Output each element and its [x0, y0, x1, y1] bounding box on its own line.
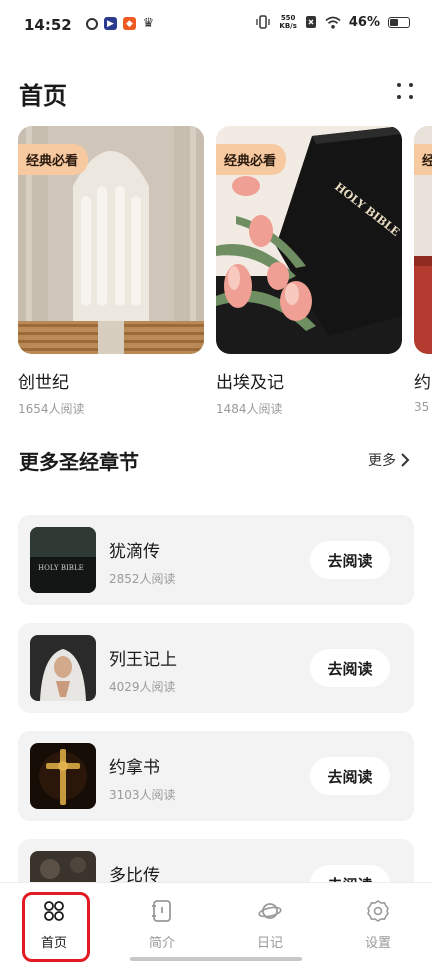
app-notification-icon [86, 17, 98, 30]
chapter-name: 犹滴传 [109, 542, 160, 562]
section-title: 更多圣经章节 [19, 450, 139, 474]
chapter-readers: 3103人阅读 [109, 788, 176, 802]
wifi-icon [325, 16, 341, 29]
card-title: 出埃及记 [216, 373, 284, 393]
go-read-button[interactable]: 去阅读 [310, 649, 390, 687]
featured-image-bible: HOLY BIBLE 经典必看 [216, 126, 402, 354]
selection-highlight [22, 892, 90, 962]
thumbnail-cover-text: HOLY BIBLE [38, 564, 84, 572]
shop-app-icon: ◆ [123, 17, 136, 30]
nav-item-diary[interactable]: 日记 [216, 883, 324, 964]
praying-woman-thumbnail [30, 635, 96, 701]
card-title: 创世纪 [18, 373, 69, 393]
card-badge: 经典必看 [18, 144, 89, 175]
card-readers: 1484人阅读 [216, 402, 283, 416]
more-options-icon[interactable] [394, 80, 416, 102]
status-notification-icons: ▶ ◆ ♛ [86, 16, 155, 31]
battery-icon [388, 16, 410, 28]
chapter-name: 约拿书 [109, 758, 160, 778]
list-item[interactable]: 列王记上 4029人阅读 去阅读 [18, 623, 414, 713]
featured-card-partial[interactable]: 经 约 35 [414, 126, 432, 414]
net-speed-value: 550 [280, 14, 296, 22]
card-readers: 1654人阅读 [18, 402, 85, 416]
more-link-label: 更多 [368, 453, 396, 469]
planet-icon [258, 903, 282, 919]
list-item[interactable]: HOLY BIBLE 犹滴传 2852人阅读 去阅读 [18, 515, 414, 605]
chapter-name: 列王记上 [109, 650, 177, 670]
go-read-button[interactable]: 去阅读 [310, 541, 390, 579]
nav-label-settings: 设置 [364, 936, 391, 951]
featured-image-cathedral: 经典必看 [18, 126, 204, 354]
crucifix-thumbnail [30, 743, 96, 809]
featured-carousel[interactable]: 经典必看 创世纪 1654人阅读 HOLY BIBLE 经典必看 出埃及记 14… [18, 126, 432, 426]
more-link[interactable]: 更多 [368, 450, 410, 470]
card-badge: 经典必看 [216, 144, 287, 175]
vibrate-icon [256, 15, 271, 29]
list-thumbnail: HOLY BIBLE [30, 527, 96, 593]
card-badge: 经 [414, 144, 432, 175]
featured-card-exodus[interactable]: HOLY BIBLE 经典必看 出埃及记 1484人阅读 [216, 126, 402, 417]
chapter-readers: 2852人阅读 [109, 572, 176, 586]
home-indicator[interactable] [130, 957, 302, 961]
nav-label-intro: 简介 [148, 936, 175, 951]
chapter-readers: 4029人阅读 [109, 680, 176, 694]
featured-card-genesis[interactable]: 经典必看 创世纪 1654人阅读 [18, 126, 204, 417]
card-readers: 35 [414, 400, 430, 414]
status-right-cluster: 550 KB/s 46% [255, 14, 410, 30]
net-speed-unit: KB/s [279, 22, 297, 30]
sim-off-icon [305, 16, 316, 28]
card-title: 约 [414, 373, 431, 393]
nav-label-diary: 日记 [256, 936, 283, 951]
go-read-button[interactable]: 去阅读 [310, 757, 390, 795]
gear-icon [367, 900, 389, 922]
play-app-icon: ▶ [104, 17, 117, 30]
nav-item-intro[interactable]: 简介 [108, 883, 216, 964]
status-time: 14:52 [24, 16, 72, 34]
list-item[interactable]: 约拿书 3103人阅读 去阅读 [18, 731, 414, 821]
nav-item-settings[interactable]: 设置 [324, 883, 432, 964]
battery-percent: 46% [348, 14, 380, 30]
list-thumbnail [30, 635, 96, 701]
status-bar: 14:52 ▶ ◆ ♛ 550 KB/s 46% [0, 0, 432, 52]
bible-thumbnail: HOLY BIBLE [30, 527, 96, 593]
chevron-right-icon [401, 453, 410, 467]
list-thumbnail [30, 743, 96, 809]
book-icon [152, 900, 171, 922]
crown-icon: ♛ [142, 16, 155, 31]
page-title: 首页 [19, 82, 67, 110]
network-speed: 550 KB/s [279, 14, 296, 30]
featured-image-partial: 经 [414, 126, 432, 354]
